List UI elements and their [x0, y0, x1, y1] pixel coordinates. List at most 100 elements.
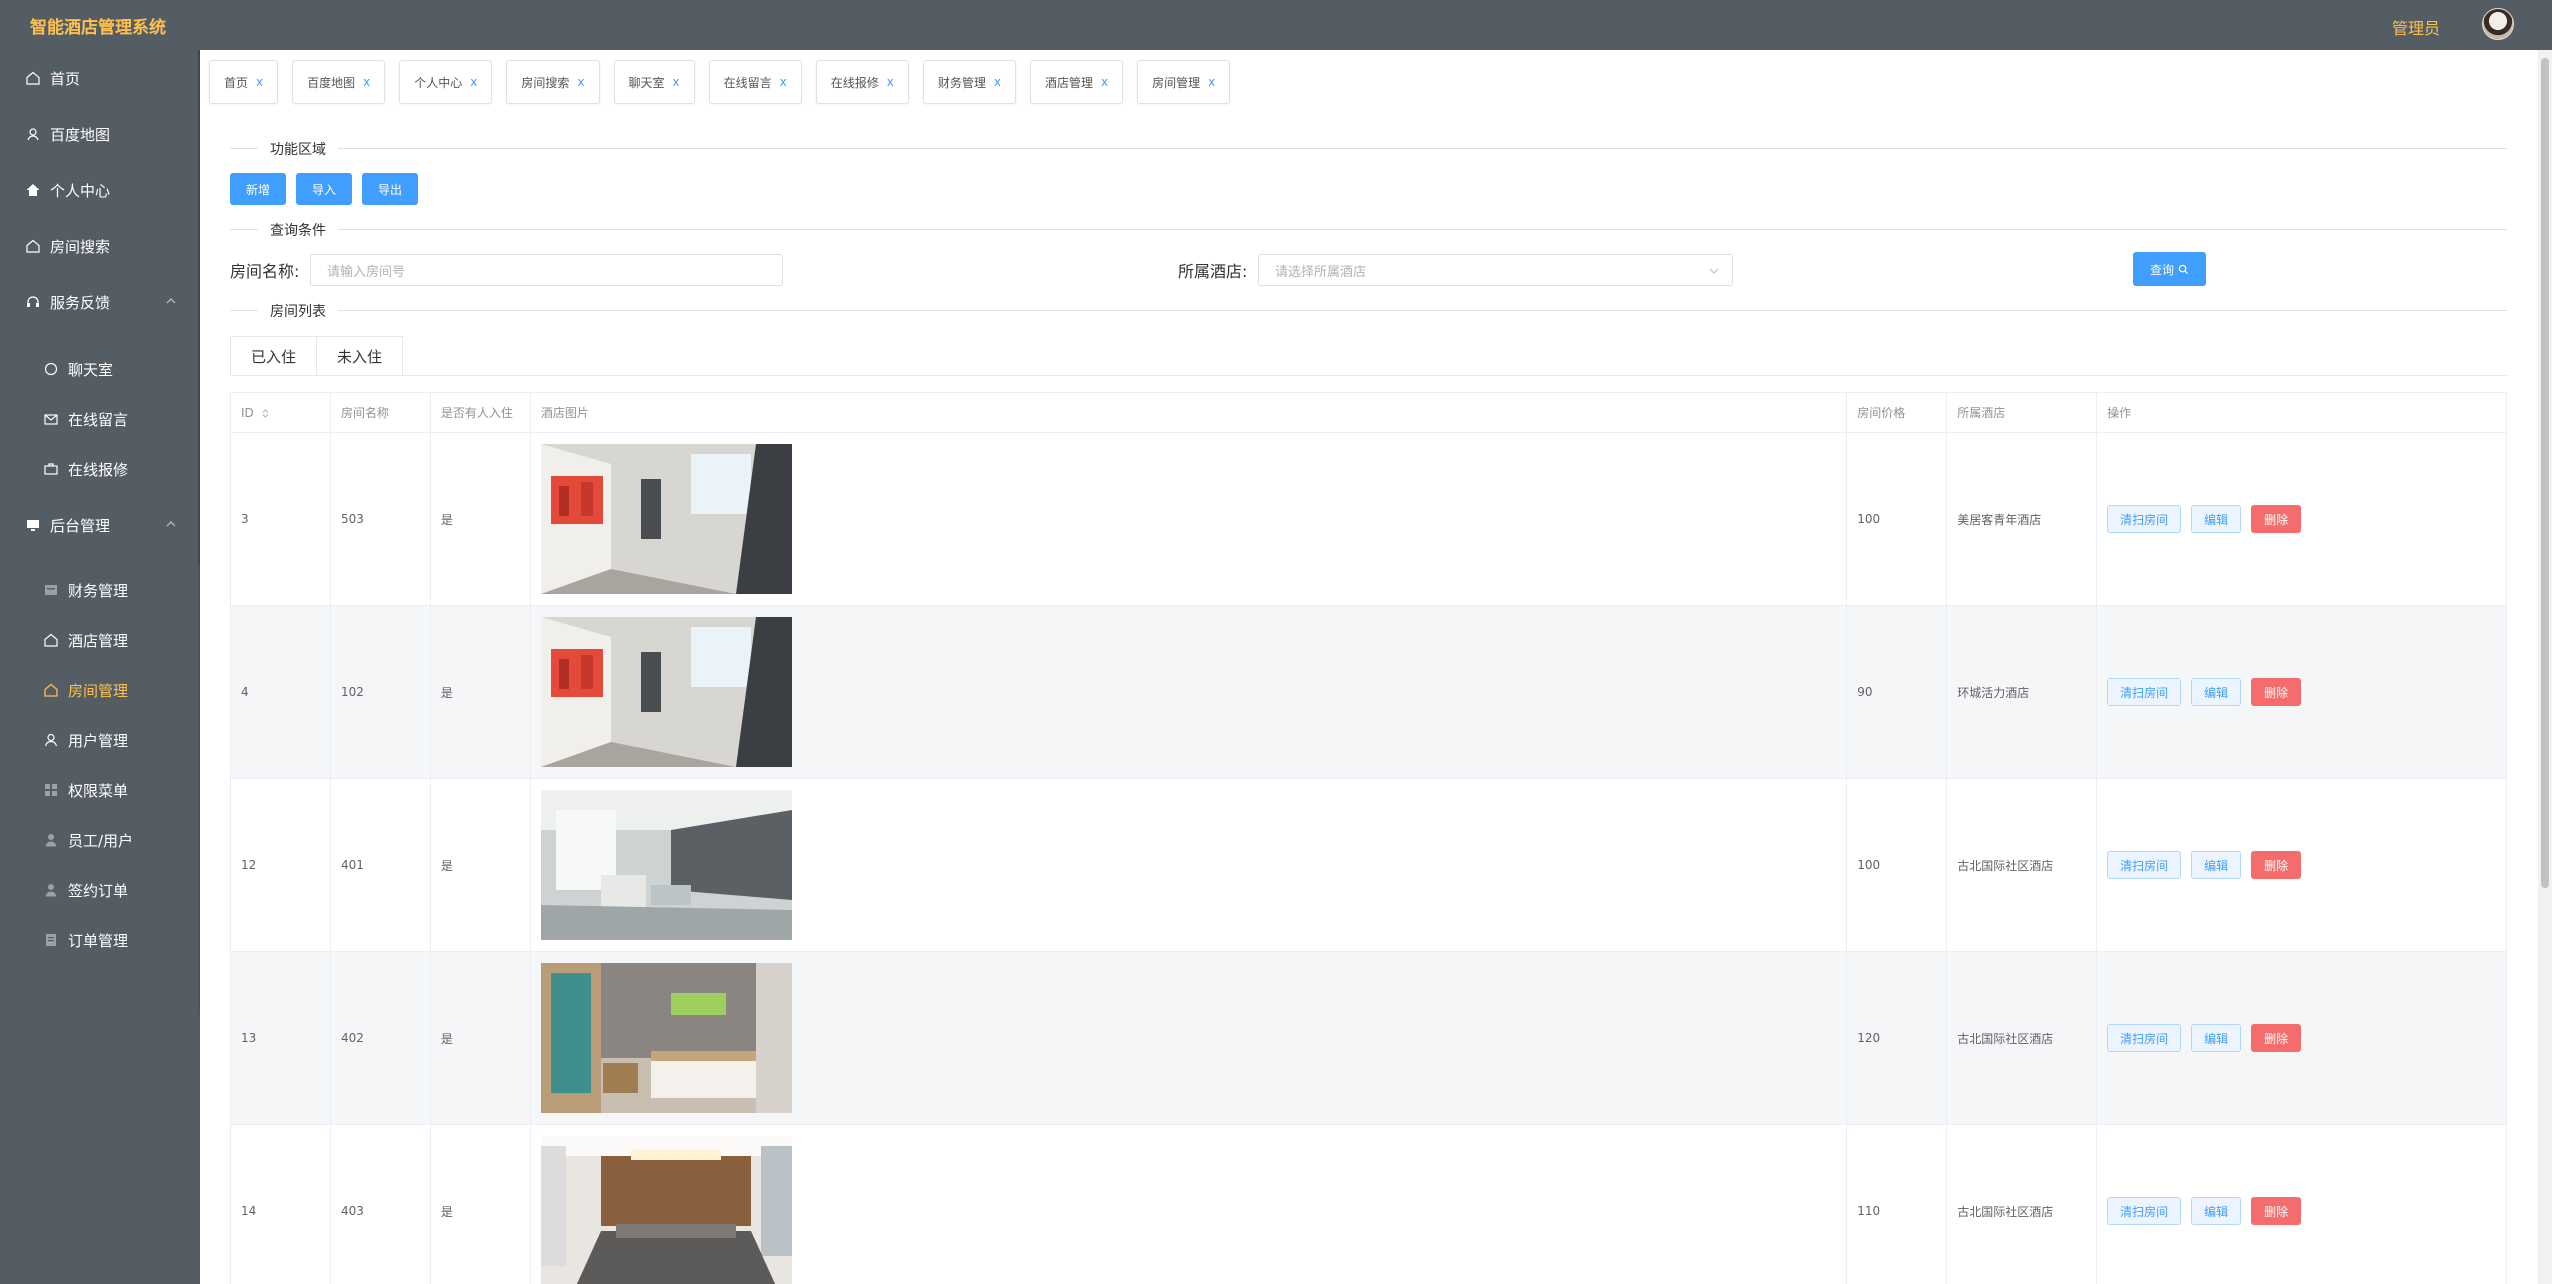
close-icon[interactable]: x [363, 75, 370, 89]
sidebar-item-finance[interactable]: 财务管理 [0, 565, 200, 615]
edit-button[interactable]: 编辑 [2191, 505, 2242, 533]
sidebar-item-personal-center[interactable]: 个人中心 [0, 165, 200, 215]
cell-price: 120 [1846, 951, 1948, 1125]
close-icon[interactable]: x [887, 75, 894, 89]
sidebar-item-chatroom[interactable]: 聊天室 [0, 344, 200, 394]
sidebar-item-room-management[interactable]: 房间管理 [0, 665, 200, 715]
clean-room-button[interactable]: 清扫房间 [2107, 1024, 2182, 1052]
clean-room-button[interactable]: 清扫房间 [2107, 505, 2182, 533]
house-icon [24, 181, 42, 199]
sidebar-item-home[interactable]: 首页 [0, 53, 200, 103]
edit-button[interactable]: 编辑 [2191, 1197, 2242, 1225]
sidebar-item-baidu-map[interactable]: 百度地图 [0, 109, 200, 159]
delete-button[interactable]: 删除 [2251, 678, 2302, 706]
edit-button[interactable]: 编辑 [2191, 851, 2242, 879]
tab-label: 房间管理 [1152, 75, 1201, 90]
table-header-row: ID 房间名称 是否有人入住 酒店图片 房间价格 所属酒店 操作 [230, 392, 2507, 433]
sidebar-item-online-repair[interactable]: 在线报修 [0, 444, 200, 494]
tab-online-message[interactable]: 在线留言 x [708, 60, 802, 104]
scrollbar-thumb[interactable] [2541, 58, 2549, 888]
cell-hotel-image [529, 605, 1848, 779]
sidebar-item-user-management[interactable]: 用户管理 [0, 715, 200, 765]
room-name-input[interactable]: 请输入房间号 [310, 254, 783, 286]
tab-occupied[interactable]: 已入住 [230, 336, 318, 376]
hotel-select[interactable]: 请选择所属酒店 [1258, 254, 1733, 286]
user-role-label[interactable]: 管理员 [2392, 15, 2440, 39]
tab-finance[interactable]: 财务管理 x [922, 60, 1016, 104]
cell-hotel: 古北国际社区酒店 [1946, 951, 2098, 1125]
cell-id: 14 [230, 1124, 331, 1284]
sidebar-item-permission-menu[interactable]: 权限菜单 [0, 765, 200, 815]
sidebar-item-online-message[interactable]: 在线留言 [0, 394, 200, 444]
section-divider [230, 148, 2507, 149]
edit-button[interactable]: 编辑 [2191, 1024, 2242, 1052]
cell-actions: 清扫房间 编辑 删除 [2096, 432, 2507, 606]
room-photo [540, 1136, 792, 1284]
column-header-actions: 操作 [2096, 392, 2507, 433]
delete-button[interactable]: 删除 [2251, 851, 2302, 879]
home-icon [42, 681, 60, 699]
cell-hotel-image [529, 778, 1848, 952]
tab-room-search[interactable]: 房间搜索 x [506, 60, 600, 104]
sidebar-item-label: 签约订单 [68, 881, 129, 900]
cell-actions: 清扫房间 编辑 删除 [2096, 1124, 2507, 1284]
cell-actions: 清扫房间 编辑 删除 [2096, 778, 2507, 952]
delete-button[interactable]: 删除 [2251, 1024, 2302, 1052]
avatar[interactable] [2482, 8, 2514, 40]
headset-icon [24, 293, 42, 311]
page-scrollbar[interactable] [2538, 50, 2552, 1284]
sidebar-item-label: 百度地图 [50, 125, 111, 144]
close-icon[interactable]: x [994, 75, 1001, 89]
tab-chatroom[interactable]: 聊天室 x [613, 60, 695, 104]
map-pin-icon [24, 125, 42, 143]
section-divider [230, 229, 2507, 230]
app-title: 智能酒店管理系统 [30, 18, 166, 38]
close-icon[interactable]: x [256, 75, 263, 89]
sidebar-divider [198, 50, 200, 565]
tab-baidu-map[interactable]: 百度地图 x [292, 60, 386, 104]
sidebar-item-room-search[interactable]: 房间搜索 [0, 221, 200, 271]
clean-room-button[interactable]: 清扫房间 [2107, 1197, 2182, 1225]
column-header-id[interactable]: ID [230, 392, 331, 433]
clean-room-button[interactable]: 清扫房间 [2107, 851, 2182, 879]
close-icon[interactable]: x [673, 75, 680, 89]
section-title-list: 房间列表 [258, 301, 338, 321]
cell-price: 100 [1846, 432, 1948, 606]
export-button[interactable]: 导出 [362, 173, 418, 205]
close-icon[interactable]: x [577, 75, 584, 89]
tab-room-management[interactable]: 房间管理 x [1137, 60, 1231, 104]
sidebar-item-order-management[interactable]: 订单管理 [0, 915, 200, 965]
sidebar-item-staff-user[interactable]: 员工/用户 [0, 815, 200, 865]
add-button[interactable]: 新增 [230, 173, 286, 205]
sidebar-item-backend[interactable]: 后台管理 [0, 500, 200, 550]
hotel-select-placeholder: 请选择所属酒店 [1275, 264, 1367, 280]
sidebar-item-contract-orders[interactable]: 签约订单 [0, 865, 200, 915]
wallet-icon [42, 581, 60, 599]
room-photo [540, 790, 792, 940]
chevron-up-icon [166, 298, 176, 304]
clean-room-button[interactable]: 清扫房间 [2107, 678, 2182, 706]
tab-home[interactable]: 首页 x [209, 60, 279, 104]
chevron-down-icon [1709, 268, 1719, 274]
hotel-label: 所属酒店: [1178, 262, 1248, 281]
search-button[interactable]: 查询 [2133, 252, 2206, 286]
sidebar-item-service-feedback[interactable]: 服务反馈 [0, 277, 200, 327]
column-header-occupied: 是否有人入住 [429, 392, 531, 433]
tab-label: 财务管理 [937, 75, 986, 90]
tab-online-repair[interactable]: 在线报修 x [815, 60, 909, 104]
delete-button[interactable]: 删除 [2251, 505, 2302, 533]
close-icon[interactable]: x [470, 75, 477, 89]
sort-icon[interactable] [261, 408, 270, 419]
tab-vacant[interactable]: 未入住 [317, 336, 404, 376]
import-button[interactable]: 导入 [296, 173, 352, 205]
delete-button[interactable]: 删除 [2251, 1197, 2302, 1225]
tab-hotel-management[interactable]: 酒店管理 x [1030, 60, 1124, 104]
edit-button[interactable]: 编辑 [2191, 678, 2242, 706]
close-icon[interactable]: x [1101, 75, 1108, 89]
tab-personal-center[interactable]: 个人中心 x [399, 60, 493, 104]
cell-occupied: 是 [429, 778, 531, 952]
sidebar-item-label: 后台管理 [50, 516, 111, 535]
sidebar-item-hotel-management[interactable]: 酒店管理 [0, 615, 200, 665]
close-icon[interactable]: x [1208, 75, 1215, 89]
close-icon[interactable]: x [780, 75, 787, 89]
